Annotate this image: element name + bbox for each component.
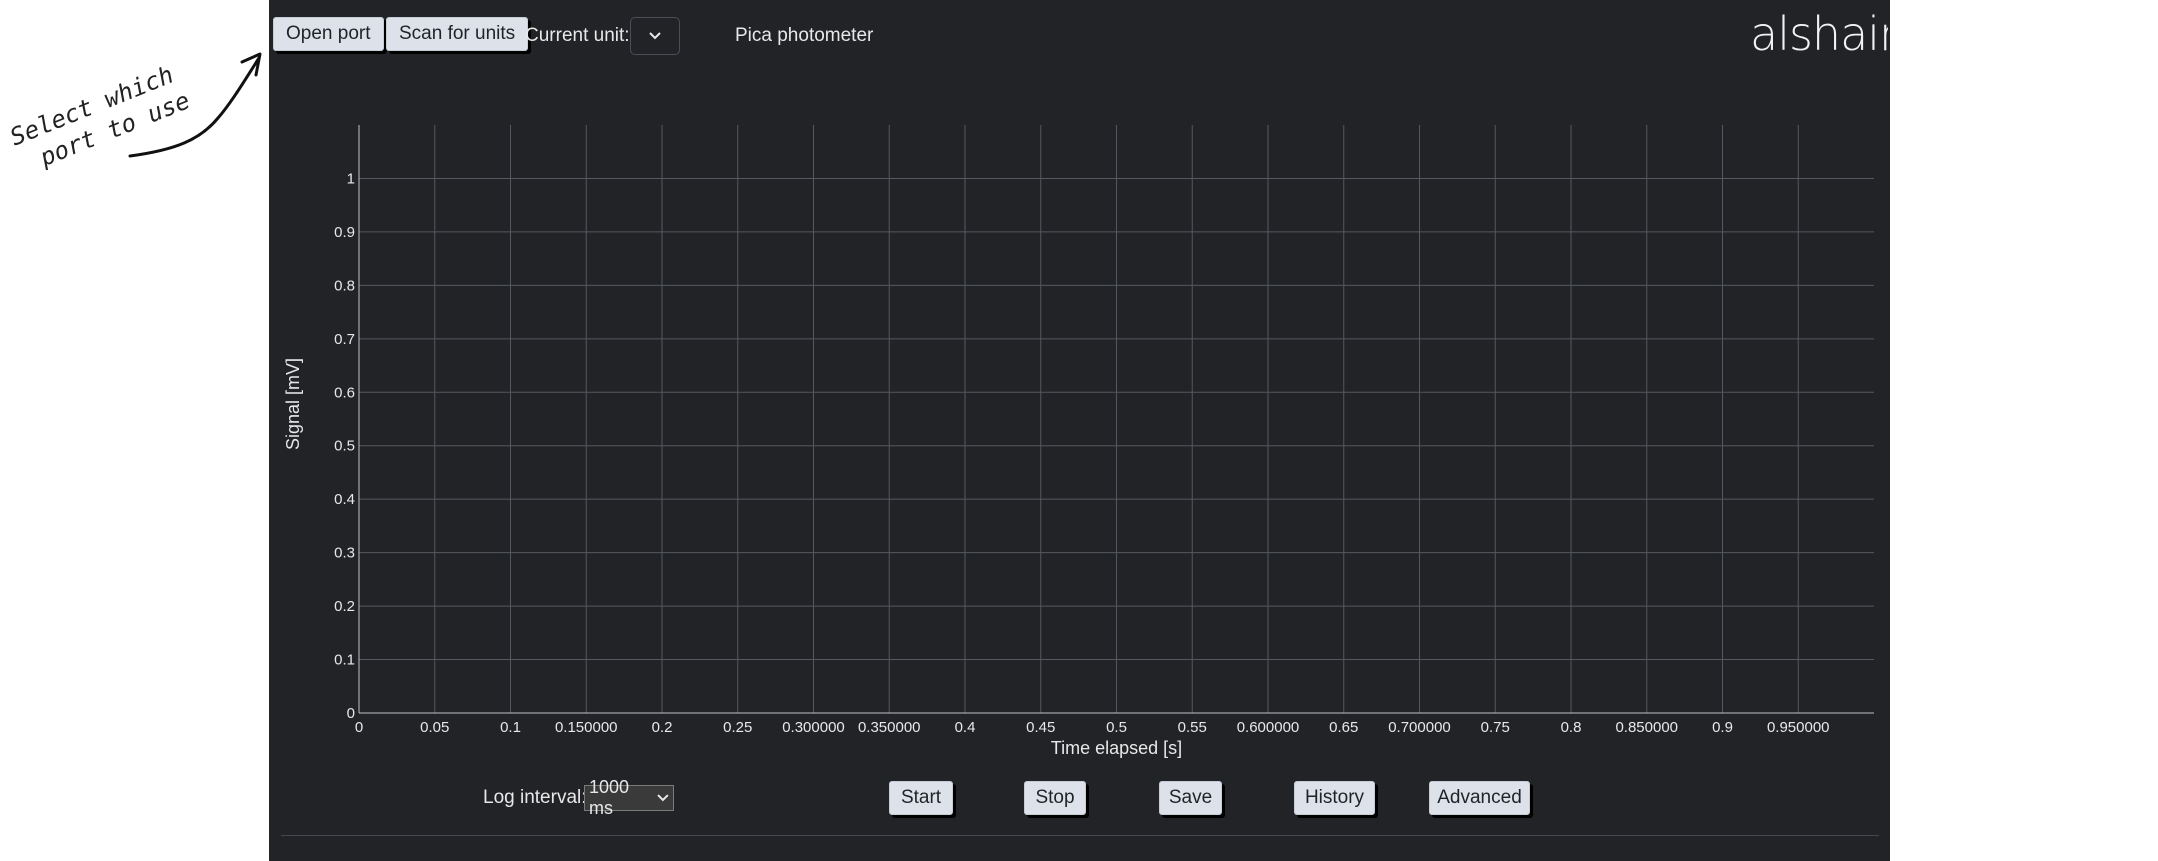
x-tick-label: 0.8 xyxy=(1561,719,1582,736)
open-port-button[interactable]: Open port xyxy=(273,17,384,51)
x-tick-label: 0.45 xyxy=(1026,719,1055,736)
current-unit-label: Current unit: xyxy=(525,25,630,46)
y-tick-label: 0.3 xyxy=(334,545,355,562)
x-tick-label: 0.25 xyxy=(723,719,752,736)
chevron-down-icon xyxy=(649,32,661,40)
y-tick-label: 0 xyxy=(347,705,355,722)
y-tick-label: 0.7 xyxy=(334,331,355,348)
y-tick-label: 0.5 xyxy=(334,438,355,455)
x-tick-label: 0.5 xyxy=(1106,719,1127,736)
y-tick-label: 0.1 xyxy=(334,652,355,669)
start-button[interactable]: Start xyxy=(889,781,953,815)
log-interval-label: Log interval: xyxy=(483,787,587,808)
y-tick-label: 0.9 xyxy=(334,224,355,241)
device-name: Pica photometer xyxy=(735,25,874,46)
app-window: 0 0.05 0.1 0.150000 0.2 0.25 0.300000 0.350000 0… xyxy=(269,0,1908,861)
y-tick-label: 0.8 xyxy=(334,277,355,294)
bottom-divider xyxy=(281,835,1879,836)
x-tick-label: 0.65 xyxy=(1329,719,1358,736)
current-unit-select[interactable] xyxy=(630,17,680,55)
y-axis-title: Signal [mV] xyxy=(283,358,303,450)
x-tick-label: 0.75 xyxy=(1481,719,1510,736)
chevron-down-icon xyxy=(657,794,669,802)
x-tick-label: 0.55 xyxy=(1178,719,1207,736)
x-tick-label: 0 xyxy=(355,719,363,736)
x-tick-label: 0.4 xyxy=(955,719,976,736)
brand-logo: alshain xyxy=(1748,7,1908,63)
x-tick-label: 0.700000 xyxy=(1388,719,1451,736)
history-button[interactable]: History xyxy=(1294,781,1375,815)
y-tick-label: 0.4 xyxy=(334,491,355,508)
y-tick-label: 0.6 xyxy=(334,384,355,401)
scan-for-units-button[interactable]: Scan for units xyxy=(386,17,529,51)
x-tick-label: 0.600000 xyxy=(1237,719,1300,736)
signal-chart: 0 0.05 0.1 0.150000 0.2 0.25 0.300000 0.350000 0… xyxy=(283,125,1874,758)
stop-button[interactable]: Stop xyxy=(1024,781,1086,815)
x-tick-label: 0.2 xyxy=(652,719,673,736)
annotation-callout: Select which port to use xyxy=(6,52,262,170)
y-tick-label: 0.2 xyxy=(334,598,355,615)
x-tick-label: 0.1 xyxy=(500,719,521,736)
log-interval-value: 1000 ms xyxy=(589,777,630,818)
x-tick-label: 0.150000 xyxy=(555,719,618,736)
x-tick-label: 0.9 xyxy=(1712,719,1733,736)
x-tick-label: 0.850000 xyxy=(1615,719,1678,736)
x-axis-title: Time elapsed [s] xyxy=(1051,738,1182,758)
log-interval-select[interactable]: 1000 ms xyxy=(584,777,674,818)
y-tick-label: 1 xyxy=(347,170,355,187)
save-button[interactable]: Save xyxy=(1159,781,1222,815)
x-tick-label: 0.05 xyxy=(420,719,449,736)
x-tick-label: 0.350000 xyxy=(858,719,921,736)
logo-text: alshain xyxy=(1750,8,1888,58)
advanced-button[interactable]: Advanced xyxy=(1429,781,1530,815)
x-tick-label: 0.300000 xyxy=(782,719,845,736)
x-tick-label: 0.950000 xyxy=(1767,719,1830,736)
